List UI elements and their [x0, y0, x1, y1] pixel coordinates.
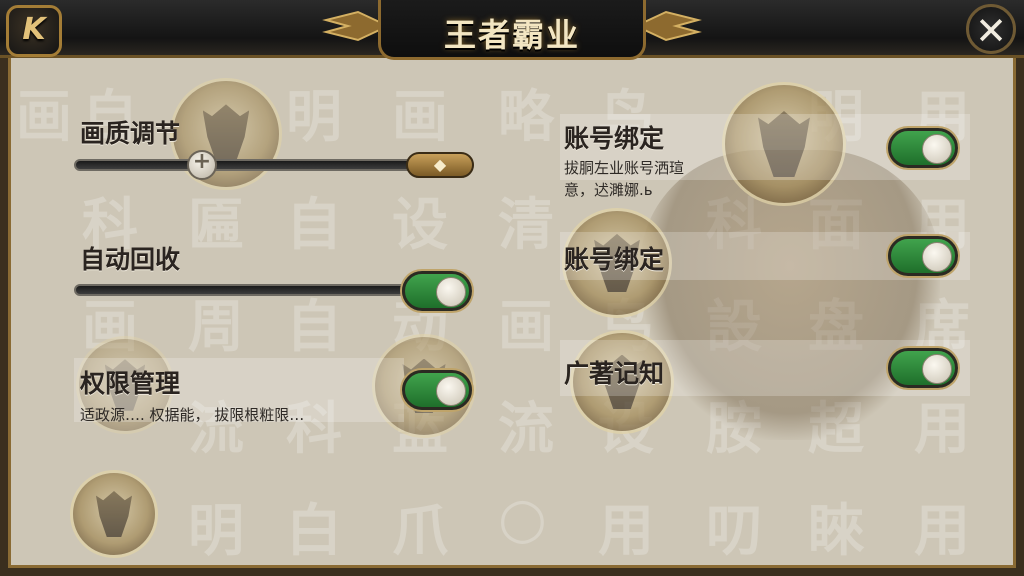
- ad-notice-label: 广著记知: [564, 359, 665, 388]
- title-plate: 王者霸业: [378, 0, 646, 60]
- quality-max-button[interactable]: ◆: [406, 152, 474, 178]
- auto-recycle-track: [74, 284, 434, 296]
- wing-ornament-icon: [636, 10, 702, 42]
- account-binding-label: 账号绑定: [564, 124, 665, 153]
- account-binding-label: 账号绑定: [564, 245, 665, 274]
- toggle-knob: [922, 242, 952, 272]
- toggle-knob: [922, 354, 952, 384]
- helmet-emblem-icon: [70, 470, 158, 558]
- close-button[interactable]: ✕: [966, 4, 1016, 54]
- logo-icon: K: [22, 12, 46, 47]
- account-binding-toggle[interactable]: [888, 236, 958, 276]
- bg-glyph: 设: [392, 193, 448, 258]
- plus-icon: +: [192, 149, 212, 174]
- toggle-knob: [436, 277, 466, 307]
- page-title: 王者霸业: [443, 16, 580, 54]
- bg-glyph: 睞: [808, 499, 864, 564]
- account-binding-toggle[interactable]: [888, 128, 958, 168]
- toggle-knob: [922, 134, 952, 164]
- bg-glyph: 爪: [392, 499, 448, 564]
- auto-recycle-toggle[interactable]: [402, 271, 472, 311]
- quality-slider-handle[interactable]: +: [187, 149, 217, 180]
- bg-glyph: 画: [16, 85, 72, 150]
- bg-glyph: 画: [498, 295, 554, 360]
- toggle-knob: [436, 376, 466, 406]
- helmet-emblem-icon: [170, 78, 282, 190]
- auto-recycle-label: 自动回收: [80, 245, 181, 274]
- permissions-toggle[interactable]: [402, 370, 472, 410]
- bg-glyph: 略: [498, 85, 554, 150]
- bg-glyph: 匾: [188, 193, 244, 258]
- permissions-label: 权限管理: [80, 369, 181, 398]
- close-icon: ✕: [975, 9, 1007, 53]
- top-bar: K 王者霸业 ✕: [0, 0, 1024, 60]
- quality-label: 画质调节: [80, 119, 181, 148]
- account-binding-desc: 拔胴左业账号洒瑄: [564, 159, 685, 177]
- bg-glyph: 明: [286, 85, 342, 150]
- bg-glyph: 用: [598, 499, 654, 564]
- diamond-icon: ◆: [433, 155, 447, 174]
- bg-glyph: 叨: [706, 499, 762, 564]
- bg-glyph: 白: [286, 499, 342, 564]
- bg-glyph: 自: [286, 193, 342, 258]
- bg-glyph: 用: [914, 499, 970, 564]
- game-logo-button[interactable]: K: [6, 5, 62, 57]
- bg-glyph: 流: [498, 397, 554, 462]
- bg-glyph: 明: [188, 499, 244, 564]
- permissions-desc: 适政源…. 权据能， 拔限根粧限…: [80, 406, 305, 424]
- bg-glyph: 用: [914, 397, 970, 462]
- bg-glyph: 清: [498, 193, 554, 258]
- bg-glyph: 画: [392, 85, 448, 150]
- bg-glyph: ○: [498, 486, 547, 551]
- account-binding-desc: 意，迖濉娜.ь: [564, 181, 653, 199]
- ad-notice-toggle[interactable]: [888, 348, 958, 388]
